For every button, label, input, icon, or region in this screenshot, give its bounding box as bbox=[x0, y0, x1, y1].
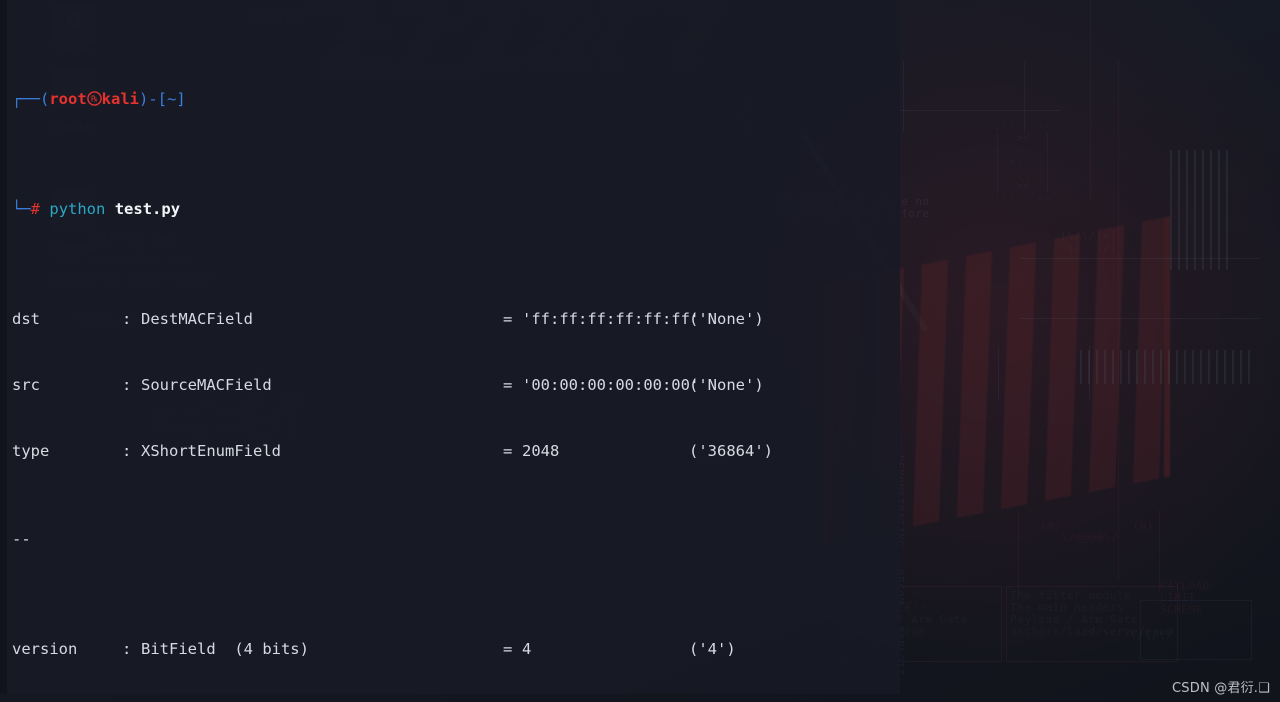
field-name: dst bbox=[12, 310, 40, 328]
wallpaper-rule-3 bbox=[900, 110, 1060, 111]
field-repr: ('36864') bbox=[689, 442, 773, 460]
field-equals: = bbox=[503, 310, 513, 328]
field-value: '00:00:00:00:00:00' bbox=[522, 376, 700, 394]
command-space bbox=[105, 200, 114, 218]
field-type: SourceMACField bbox=[141, 376, 272, 394]
field-row: type: XShortEnumField = 2048 ('36864') bbox=[12, 440, 900, 462]
terminal-window[interactable]: ┌──(root ℞ kali)-[~] └─# python test.py ds… bbox=[0, 0, 900, 694]
command-word: python bbox=[49, 200, 106, 218]
prompt-line-1: ┌──(root ℞ kali)-[~] bbox=[12, 88, 900, 110]
command-arg: test.py bbox=[114, 200, 181, 218]
prompt-path: ~ bbox=[166, 90, 177, 108]
field-type: XShortEnumField bbox=[141, 442, 281, 460]
field-repr: ('None') bbox=[689, 376, 764, 394]
wallpaper-box-3 bbox=[1006, 586, 1178, 662]
terminal-left-edge bbox=[0, 0, 7, 694]
prompt-close-bracket: ] bbox=[176, 90, 186, 108]
prompt-line-2: └─# python test.py bbox=[12, 198, 900, 220]
field-colon: : bbox=[122, 376, 132, 394]
wallpaper-vrule-2 bbox=[1090, 0, 1091, 200]
field-name: src bbox=[12, 376, 40, 394]
field-row: dst: DestMACField = 'ff:ff:ff:ff:ff:ff'('No… bbox=[12, 308, 900, 330]
prompt-corner-bottom: └─ bbox=[12, 200, 31, 218]
wallpaper-rule-2 bbox=[1020, 318, 1260, 319]
field-row: version: BitField (4 bits) = 4 ('4') bbox=[12, 638, 900, 660]
field-colon: : bbox=[122, 310, 132, 328]
terminal-output[interactable]: ┌──(root ℞ kali)-[~] └─# python test.py ds… bbox=[12, 0, 900, 702]
field-equals: = bbox=[503, 442, 513, 460]
field-colon: : bbox=[122, 640, 132, 658]
svg-text:℞: ℞ bbox=[91, 95, 98, 104]
field-type: BitField (4 bits) bbox=[141, 640, 309, 658]
field-equals: = bbox=[503, 376, 513, 394]
field-equals: = bbox=[503, 640, 513, 658]
prompt-corner-top: ┌──( bbox=[12, 90, 50, 108]
prompt-close-paren: )-[ bbox=[138, 90, 167, 108]
wallpaper-vbars-2 bbox=[1170, 150, 1230, 270]
screen: dBBBBBBb dBBBBBb dBBBBBP dBBBBBb dBBBBBP… bbox=[0, 0, 1280, 702]
field-value: 'ff:ff:ff:ff:ff:ff' bbox=[522, 310, 700, 328]
field-value: 4 bbox=[522, 640, 532, 658]
wallpaper-vbars-1 bbox=[1080, 350, 1250, 384]
prompt-user: root bbox=[49, 90, 87, 108]
field-name: type bbox=[12, 442, 50, 460]
prompt-hash: # bbox=[30, 200, 41, 218]
field-row: src: SourceMACField = '00:00:00:00:00:00'('… bbox=[12, 374, 900, 396]
wallpaper-vrule-1 bbox=[1118, 60, 1119, 580]
csdn-watermark: CSDN @君衍.❑ bbox=[1172, 681, 1270, 696]
field-type: DestMACField bbox=[141, 310, 253, 328]
field-repr: ('None') bbox=[689, 310, 764, 328]
field-colon: : bbox=[122, 442, 132, 460]
section-separator: -- bbox=[12, 530, 31, 548]
field-repr: ('4') bbox=[689, 640, 736, 658]
field-name: version bbox=[12, 640, 78, 658]
prompt-host: kali bbox=[101, 90, 139, 108]
root-at-icon: ℞ bbox=[86, 91, 102, 106]
field-value: 2048 bbox=[522, 442, 560, 460]
